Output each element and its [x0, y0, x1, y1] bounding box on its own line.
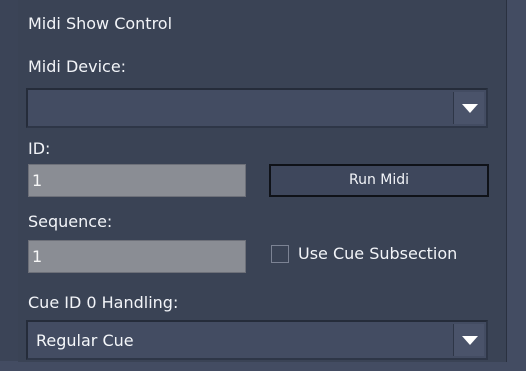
- cue-id-handling-dropdown-button[interactable]: [453, 324, 484, 356]
- id-input[interactable]: 1: [28, 164, 246, 197]
- scroll-edge: [506, 0, 526, 371]
- use-cue-subsection-label[interactable]: Use Cue Subsection: [298, 244, 457, 263]
- bottom-edge: [0, 361, 526, 371]
- section-title: Midi Show Control: [28, 14, 173, 33]
- use-cue-subsection-checkbox[interactable]: [271, 245, 289, 263]
- id-value: 1: [32, 171, 43, 190]
- cue-id-handling-label: Cue ID 0 Handling:: [28, 293, 179, 312]
- midi-show-control-panel: Midi Show Control Midi Device: ID: 1 Run…: [18, 0, 507, 362]
- run-midi-button[interactable]: Run Midi: [269, 164, 489, 197]
- sequence-value: 1: [32, 247, 43, 266]
- id-label: ID:: [28, 139, 51, 158]
- cue-id-handling-value: Regular Cue: [36, 331, 134, 350]
- midi-device-dropdown[interactable]: [26, 88, 488, 128]
- chevron-down-icon: [462, 104, 478, 113]
- midi-device-dropdown-button[interactable]: [453, 92, 484, 124]
- sequence-input[interactable]: 1: [28, 240, 246, 273]
- midi-device-label: Midi Device:: [28, 57, 127, 76]
- chevron-down-icon: [462, 336, 478, 345]
- sequence-label: Sequence:: [28, 212, 113, 231]
- cue-id-handling-dropdown[interactable]: Regular Cue: [26, 320, 488, 360]
